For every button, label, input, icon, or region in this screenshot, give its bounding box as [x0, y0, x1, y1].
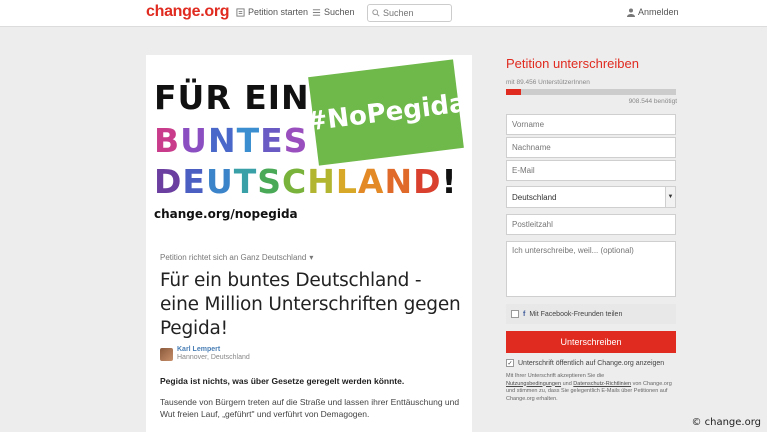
petition-hero-image: FÜR EIN BUNTES DEUTSCHLAND! #NoPegida ch… [146, 55, 472, 235]
hero-line-3-letter: N [384, 162, 414, 201]
change-org-logo[interactable]: change.org [146, 3, 230, 21]
privacy-link[interactable]: Datenschutz-Richtlinien [573, 381, 631, 387]
hero-line-3-letter: ! [441, 162, 458, 201]
hero-line-2-letter: E [260, 121, 284, 160]
facebook-share-label: Mit Facebook-Freunden teilen [529, 310, 623, 318]
facebook-share-checkbox[interactable] [511, 310, 519, 318]
hero-line-3-letter: D [154, 162, 183, 201]
hero-line-2-letter: B [154, 121, 181, 160]
petition-target[interactable]: Petition richtet sich an Ganz Deutschlan… [160, 253, 313, 262]
supporter-count: mit 89.456 UnterstützerInnen [506, 79, 590, 86]
sign-title: Petition unterschreiben [506, 56, 639, 71]
legal-and: und [562, 380, 572, 387]
login-link[interactable]: Anmelden [627, 7, 679, 17]
hero-line-3-letter: A [357, 162, 385, 201]
edit-icon [236, 7, 245, 17]
image-credit: © change.org [691, 417, 761, 428]
target-label: Petition richtet sich an Ganz Deutschlan… [160, 253, 307, 262]
list-icon [312, 8, 321, 16]
email-field[interactable] [506, 160, 676, 181]
terms-link[interactable]: Nutzungsbedingungen [506, 381, 561, 387]
badge-text: #NoPegida [303, 87, 469, 138]
petition-body: Tausende von Bürgern treten auf die Stra… [160, 397, 460, 419]
hero-line-3-letter: U [205, 162, 234, 201]
hero-line-3-letter: T [233, 162, 258, 201]
public-signature-label: Unterschrift öffentlich auf Change.org a… [518, 359, 665, 367]
start-petition-link[interactable]: Petition starten [236, 7, 308, 17]
progress-fill [506, 89, 522, 95]
hero-url: change.org/nopegida [154, 207, 298, 221]
login-label: Anmelden [638, 7, 679, 17]
signatures-needed: 908.544 benötigt [628, 98, 677, 105]
hero-line-2-letter: U [180, 121, 208, 160]
search-input[interactable] [383, 8, 447, 18]
petition-card: FÜR EIN BUNTES DEUTSCHLAND! #NoPegida ch… [146, 55, 472, 432]
chevron-down-icon: ▾ [309, 253, 314, 262]
legal-notice: Mit Ihrer Unterschrift akzeptieren Sie d… [506, 373, 674, 403]
country-value: Deutschland [512, 192, 557, 202]
hero-line-3-letter: D [413, 162, 442, 201]
hero-line-2-letter: S [283, 121, 309, 160]
search-link-label: Suchen [324, 7, 355, 17]
hero-line-2-letter: N [207, 121, 237, 160]
search-box [367, 4, 452, 22]
search-link[interactable]: Suchen [312, 7, 355, 17]
progress-bar [506, 89, 676, 95]
sign-button[interactable]: Unterschreiben [506, 331, 676, 353]
chevron-down-icon: ▼ [665, 187, 675, 207]
hero-line-3-letter: H [307, 162, 336, 201]
search-icon [372, 9, 380, 17]
author-location: Hannover, Deutschland [177, 354, 250, 361]
hero-line-3-letter: S [257, 162, 283, 201]
country-select[interactable]: Deutschland ▼ [506, 186, 676, 208]
hero-line-2-letter: T [236, 121, 261, 160]
start-petition-label: Petition starten [248, 7, 309, 17]
public-signature-option[interactable]: ✓ Unterschrift öffentlich auf Change.org… [506, 359, 664, 367]
lastname-field[interactable] [506, 137, 676, 158]
hero-line-1: FÜR EIN [154, 78, 310, 117]
hero-line-2: BUNTES [154, 122, 308, 160]
legal-text-1: Mit Ihrer Unterschrift akzeptieren Sie d… [506, 373, 605, 379]
petition-lead: Pegida ist nichts, was über Gesetze gere… [160, 376, 405, 386]
avatar[interactable] [160, 348, 173, 361]
top-navigation-bar: change.org Petition starten Suchen Anmel… [0, 0, 767, 27]
reason-textarea[interactable] [506, 241, 676, 297]
public-signature-checkbox[interactable]: ✓ [506, 359, 514, 367]
firstname-field[interactable] [506, 114, 676, 135]
petition-title: Für ein buntes Deutschland - eine Millio… [160, 270, 461, 339]
hero-line-3: DEUTSCHLAND! [154, 163, 458, 201]
hero-line-3-letter: C [282, 162, 308, 201]
hero-line-3-letter: E [182, 162, 206, 201]
nopegida-badge: #NoPegida [304, 59, 468, 166]
hero-line-3-letter: L [335, 162, 358, 201]
facebook-icon: f [523, 310, 526, 318]
author-name[interactable]: Karl Lempert [177, 346, 250, 353]
zip-field[interactable] [506, 214, 676, 235]
petition-author: Karl Lempert Hannover, Deutschland [160, 346, 250, 361]
facebook-share-option[interactable]: f Mit Facebook-Freunden teilen [506, 304, 676, 324]
user-icon [627, 8, 635, 17]
